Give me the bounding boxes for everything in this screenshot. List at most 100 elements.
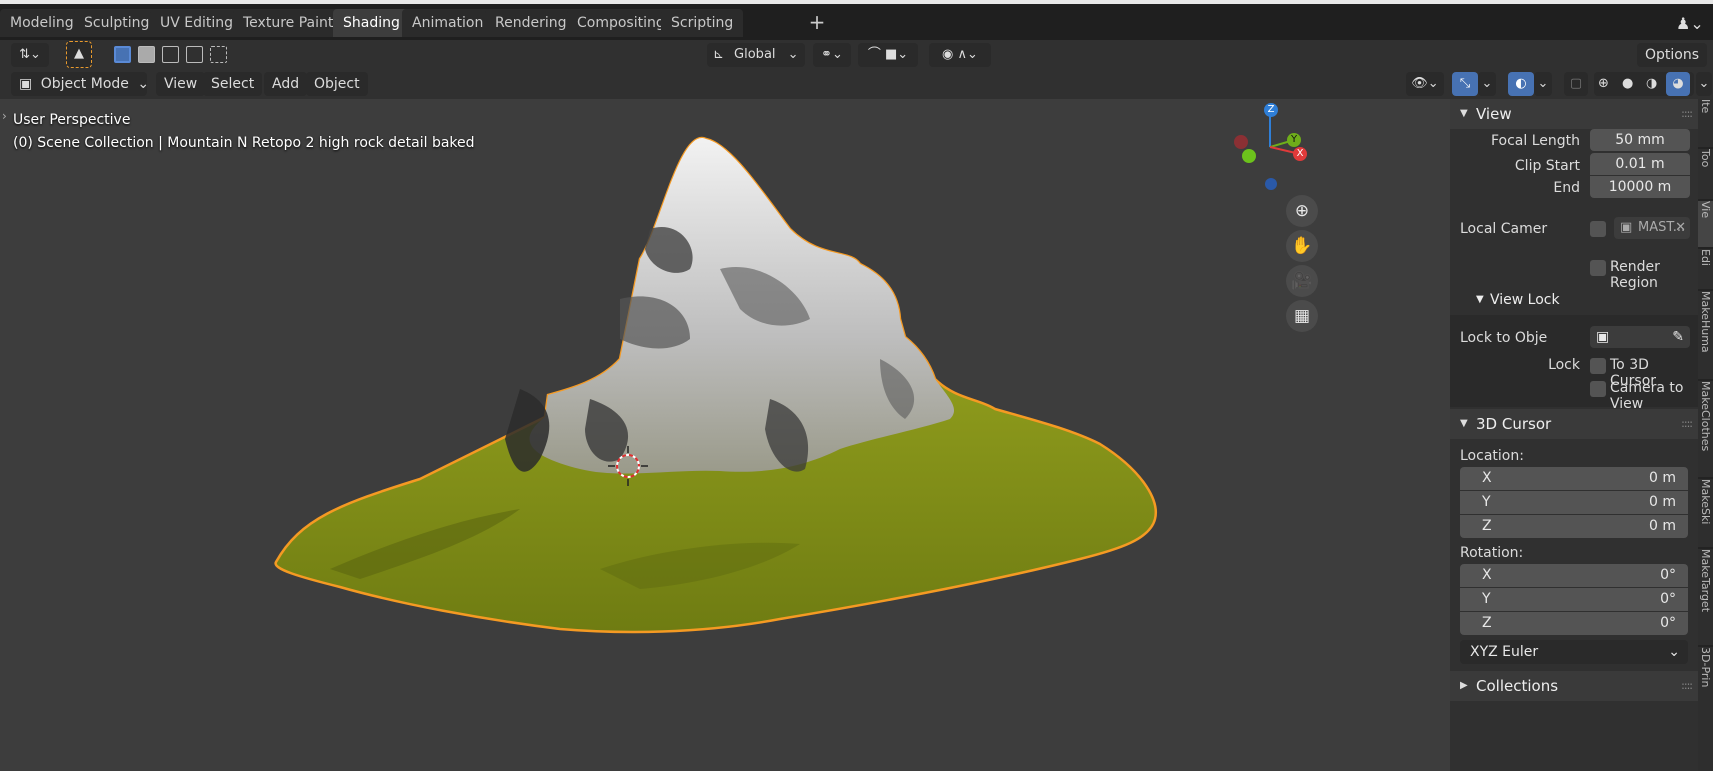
drag-grip-icon[interactable]: :::: xyxy=(1681,409,1693,439)
tab-scripting[interactable]: Scripting xyxy=(661,9,744,37)
collapsed-triangle-icon: ▶ xyxy=(1460,680,1468,691)
tab-animation[interactable]: Animation xyxy=(402,9,494,37)
cursor-rotation-x-field[interactable]: X 0° xyxy=(1460,564,1688,587)
sidebar-tab-label: Vie xyxy=(1699,201,1712,219)
xray-toggle-icon[interactable]: ▢ xyxy=(1564,72,1588,96)
tab-modeling[interactable]: Modeling xyxy=(0,9,84,37)
selection-mode-group xyxy=(111,43,231,67)
clear-x-icon[interactable]: ✕ xyxy=(1675,217,1686,239)
3d-cursor-section-header[interactable]: ▼ 3D Cursor :::: xyxy=(1450,409,1698,439)
menu-select[interactable]: Select xyxy=(203,72,263,96)
sidebar-tab-maketarget[interactable]: MakeTarget xyxy=(1698,549,1713,645)
sidebar-tab-makehuman[interactable]: MakeHuma xyxy=(1698,291,1713,379)
select-extend-icon[interactable] xyxy=(138,46,155,63)
sidebar-tab-edit[interactable]: Edi xyxy=(1698,249,1713,289)
menu-object[interactable]: Object xyxy=(306,72,368,96)
select-intersect-icon[interactable] xyxy=(210,46,227,63)
tab-rendering[interactable]: Rendering xyxy=(485,9,577,37)
mountain-mesh[interactable] xyxy=(274,136,1157,634)
perspective-grid-icon[interactable]: ▦ xyxy=(1286,300,1318,332)
sidebar-tab-makeskin[interactable]: MakeSki xyxy=(1698,479,1713,547)
local-camera-checkbox[interactable] xyxy=(1590,221,1606,237)
view-section-title: View xyxy=(1476,105,1512,123)
viewport-collection-info: (0) Scene Collection | Mountain N Retopo… xyxy=(13,135,475,151)
overlays-dropdown-chevron-icon[interactable]: ⌄ xyxy=(1534,72,1552,96)
wireframe-shading-icon[interactable]: ⊕ xyxy=(1598,72,1609,96)
gizmo-toggle-icon[interactable]: ⤡ xyxy=(1452,72,1478,96)
tab-uv-editing[interactable]: UV Editing xyxy=(150,9,244,37)
local-camera-field[interactable]: ▣ MAST... ✕ xyxy=(1614,217,1690,239)
pan-hand-icon[interactable]: ✋ xyxy=(1286,230,1318,262)
viewport-scene-canvas xyxy=(274,113,1301,634)
sidebar-tab-label: 3D-Prin xyxy=(1699,647,1712,688)
gizmo-x-label: X xyxy=(1293,147,1307,161)
solid-shading-icon[interactable]: ● xyxy=(1622,72,1633,96)
visibility-eye-icon[interactable]: 👁⌄ xyxy=(1406,72,1444,96)
camera-to-view-checkbox[interactable] xyxy=(1590,381,1606,397)
gizmo-dropdown-chevron-icon[interactable]: ⌄ xyxy=(1478,72,1496,96)
3d-viewport[interactable]: User Perspective (0) Scene Collection | … xyxy=(0,99,1450,771)
tab-compositing[interactable]: Compositing xyxy=(567,9,675,37)
navigation-gizmo[interactable] xyxy=(1234,113,1301,190)
overlays-toggle-icon[interactable]: ◐ xyxy=(1508,72,1534,96)
chevron-down-icon: ⌄ xyxy=(787,47,799,62)
tab-sculpting[interactable]: Sculpting xyxy=(74,9,160,37)
cursor-location-x-field[interactable]: X 0 m xyxy=(1460,467,1688,490)
options-dropdown[interactable]: Options xyxy=(1637,43,1708,67)
camera-view-icon[interactable]: 🎥 xyxy=(1286,265,1318,297)
add-workspace-plus-icon[interactable]: + xyxy=(806,12,828,34)
select-new-icon[interactable] xyxy=(114,46,131,63)
options-label: Options xyxy=(1645,47,1700,63)
select-tool-cursor-icon[interactable]: ▲ xyxy=(66,41,92,68)
lock-to-object-field[interactable]: ▣ ✎ xyxy=(1590,326,1690,348)
rendered-shading-icon[interactable]: ◕ xyxy=(1666,72,1690,96)
rotation-mode-value: XYZ Euler xyxy=(1470,644,1539,660)
sidebar-tab-view[interactable]: Vie xyxy=(1698,201,1713,247)
eyedropper-icon[interactable]: ✎ xyxy=(1672,326,1684,348)
drag-grip-icon[interactable]: :::: xyxy=(1681,671,1693,701)
proportional-editing-toggle[interactable]: ◉ ∧⌄ xyxy=(929,43,991,67)
tab-texture-paint[interactable]: Texture Paint xyxy=(233,9,344,37)
sidebar-n-panel: ▼ View :::: Focal Length 50 mm Clip Star… xyxy=(1450,99,1698,771)
view-lock-subsection-header[interactable]: ▼ View Lock xyxy=(1450,287,1698,313)
sidebar-tab-3d-print[interactable]: 3D-Prin xyxy=(1698,647,1713,771)
select-invert-icon[interactable] xyxy=(186,46,203,63)
cursor-location-z-field[interactable]: Z 0 m xyxy=(1460,515,1688,538)
orientation-global-dropdown[interactable]: ⊾ Global ⌄ xyxy=(707,43,805,67)
pivot-point-dropdown[interactable]: ⚭⌄ xyxy=(813,43,851,67)
object-mode-dropdown[interactable]: ▣ Object Mode ⌄ xyxy=(11,72,149,96)
sidebar-tab-makeclothes[interactable]: MakeClothes xyxy=(1698,381,1713,477)
toolbar-expand-chevron-icon[interactable]: › xyxy=(2,109,7,123)
clip-start-field[interactable]: 0.01 m xyxy=(1590,153,1690,175)
snap-toggle[interactable]: ⌒ ■⌄ xyxy=(858,43,918,67)
zoom-icon[interactable]: ⊕ xyxy=(1286,195,1318,227)
sidebar-tab-label: MakeTarget xyxy=(1699,549,1712,613)
collections-section-title: Collections xyxy=(1476,677,1559,695)
menu-add[interactable]: Add xyxy=(264,72,308,96)
select-subtract-icon[interactable] xyxy=(162,46,179,63)
focal-length-field[interactable]: 50 mm xyxy=(1590,129,1690,151)
lock-to-3d-cursor-checkbox[interactable] xyxy=(1590,358,1606,374)
cursor-rotation-y-field[interactable]: Y 0° xyxy=(1460,588,1688,611)
sidebar-tab-tool[interactable]: Too xyxy=(1698,149,1713,199)
collections-section-header[interactable]: ▶ Collections :::: xyxy=(1450,671,1698,701)
object-mode-label: Object Mode xyxy=(40,76,129,92)
menu-view[interactable]: View xyxy=(156,72,206,96)
tab-shading[interactable]: Shading xyxy=(333,9,410,37)
scene-selector-icon[interactable]: ♟⌄ xyxy=(1676,14,1704,33)
render-region-checkbox[interactable] xyxy=(1590,260,1606,276)
clip-end-label: End xyxy=(1553,180,1580,196)
rotation-mode-dropdown[interactable]: XYZ Euler ⌄ xyxy=(1460,640,1688,664)
cursor-location-y-field[interactable]: Y 0 m xyxy=(1460,491,1688,514)
material-preview-shading-icon[interactable]: ◑ xyxy=(1646,72,1657,96)
clip-end-field[interactable]: 10000 m xyxy=(1590,176,1690,198)
drag-grip-icon[interactable]: :::: xyxy=(1681,99,1693,129)
transform-orientation-dropdown[interactable]: ⇅⌄ xyxy=(11,43,49,67)
view-section-header[interactable]: ▼ View :::: xyxy=(1450,99,1698,129)
sidebar-tab-item[interactable]: Ite xyxy=(1698,99,1713,147)
axis-label: X xyxy=(1482,567,1492,583)
shading-dropdown-chevron-icon[interactable]: ⌄ xyxy=(1696,72,1712,96)
cursor-rotation-z-field[interactable]: Z 0° xyxy=(1460,612,1688,635)
focal-length-label: Focal Length xyxy=(1490,133,1580,149)
axis-value: 0 m xyxy=(1649,518,1676,534)
